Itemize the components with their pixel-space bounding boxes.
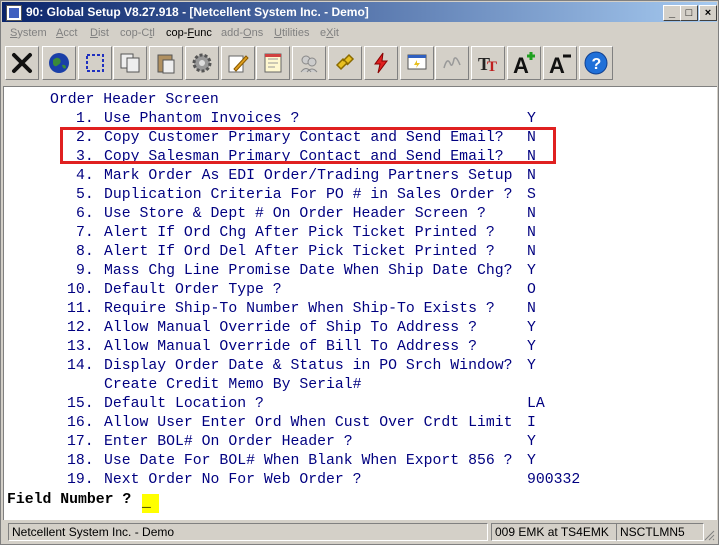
option-label: Allow Manual Override of Ship To Address…	[104, 320, 477, 336]
option-label: Allow User Enter Ord When Cust Over Crdt…	[104, 415, 513, 431]
option-value[interactable]: N	[527, 243, 536, 262]
notes-icon[interactable]	[256, 46, 290, 80]
option-value[interactable]: N	[527, 167, 536, 186]
close-button[interactable]: ×	[699, 5, 717, 21]
settings-icon[interactable]	[185, 46, 219, 80]
font-icon[interactable]: TT	[471, 46, 505, 80]
option-number: 13.	[67, 339, 94, 355]
option-label: Create Credit Memo By Serial#	[104, 377, 362, 393]
option-value[interactable]: I	[527, 414, 536, 433]
option-label: Default Order Type ?	[104, 282, 282, 298]
option-value[interactable]: LA	[527, 395, 545, 414]
menu-add-ons[interactable]: add-Ons	[221, 27, 263, 39]
font-decrease-icon[interactable]: A	[543, 46, 577, 80]
menu-acct[interactable]: Acct	[56, 27, 77, 39]
option-number: 17.	[67, 434, 94, 450]
option-number: 15.	[67, 396, 94, 412]
option-number: 10.	[67, 282, 94, 298]
option-label: Enter BOL# On Order Header ?	[104, 434, 353, 450]
option-value[interactable]: N	[527, 205, 536, 224]
option-value[interactable]: S	[527, 186, 536, 205]
option-label: Use Date For BOL# When Blank When Export…	[104, 453, 513, 469]
field-number-prompt: Field Number ?	[7, 492, 132, 508]
app-window: 90: Global Setup V8.27.918 - [Netcellent…	[0, 0, 719, 545]
option-value[interactable]: Y	[527, 357, 536, 376]
select-icon[interactable]	[78, 46, 112, 80]
menu-cop-ctl[interactable]: cop-Ctl	[120, 27, 155, 39]
option-label: Mark Order As EDI Order/Trading Partners…	[104, 168, 513, 184]
option-label: Allow Manual Override of Bill To Address…	[104, 339, 477, 355]
option-number: 4.	[76, 168, 94, 184]
title-bar[interactable]: 90: Global Setup V8.27.918 - [Netcellent…	[2, 2, 717, 22]
svg-text:T: T	[487, 59, 497, 75]
terminal-screen[interactable]: Order Header Screen 1. Use Phantom Invoic…	[3, 86, 717, 520]
menu-bar: System Acct Dist cop-Ctl cop-Func add-On…	[2, 23, 717, 43]
option-number: 9.	[76, 263, 94, 279]
users-icon[interactable]	[292, 46, 326, 80]
lightning-icon[interactable]	[364, 46, 398, 80]
app-icon	[6, 5, 22, 21]
highlight-box	[60, 127, 556, 164]
option-label: Alert If Ord Chg After Pick Ticket Print…	[104, 225, 495, 241]
status-company: Netcellent System Inc. - Demo	[8, 523, 488, 541]
option-value[interactable]: N	[527, 300, 536, 319]
menu-dist[interactable]: Dist	[90, 27, 109, 39]
status-session: 009 EMK at TS4EMK	[491, 523, 617, 541]
option-number: 7.	[76, 225, 94, 241]
option-number: 18.	[67, 453, 94, 469]
option-number: 5.	[76, 187, 94, 203]
window-title: 90: Global Setup V8.27.918 - [Netcellent…	[26, 5, 369, 19]
option-value[interactable]: O	[527, 281, 536, 300]
option-label: Next Order No For Web Order ?	[104, 472, 362, 488]
svg-text:?: ?	[592, 56, 602, 73]
option-value[interactable]: Y	[527, 433, 536, 452]
toolbar: TT A A ?	[2, 44, 717, 84]
minimize-button[interactable]: _	[663, 5, 681, 21]
field-number-input[interactable]: _	[142, 494, 159, 513]
svg-text:A: A	[549, 53, 565, 75]
paste-icon[interactable]	[149, 46, 183, 80]
menu-system[interactable]: System	[10, 27, 47, 39]
option-value[interactable]: 900332	[527, 471, 580, 490]
maximize-button[interactable]: □	[680, 5, 698, 21]
option-label: Use Store & Dept # On Order Header Scree…	[104, 206, 486, 222]
menu-utilities[interactable]: Utilities	[274, 27, 309, 39]
menu-cop-func[interactable]: cop-Func	[166, 27, 212, 39]
option-value[interactable]: Y	[527, 319, 536, 338]
option-number: 19.	[67, 472, 94, 488]
exit-icon[interactable]	[5, 46, 39, 80]
option-label: Duplication Criteria For PO # in Sales O…	[104, 187, 513, 203]
link-icon[interactable]	[328, 46, 362, 80]
status-user: NSCTLMN5	[616, 523, 704, 541]
menu-exit[interactable]: eXit	[320, 27, 339, 39]
option-value[interactable]: N	[527, 224, 536, 243]
option-label: Default Location ?	[104, 396, 264, 412]
option-value[interactable]: Y	[527, 262, 536, 281]
screen-heading: Order Header Screen	[50, 92, 219, 108]
option-label: Require Ship-To Number When Ship-To Exis…	[104, 301, 495, 317]
option-number: 6.	[76, 206, 94, 222]
globe-icon[interactable]	[42, 46, 76, 80]
option-number: 8.	[76, 244, 94, 260]
option-number: 11.	[67, 301, 94, 317]
help-icon[interactable]: ?	[579, 46, 613, 80]
option-number: 14.	[67, 358, 94, 374]
screen-icon[interactable]	[400, 46, 434, 80]
option-label: Alert If Ord Del After Pick Ticket Print…	[104, 244, 495, 260]
status-bar: Netcellent System Inc. - Demo 009 EMK at…	[2, 521, 717, 543]
resize-grip-icon[interactable]	[703, 529, 715, 541]
signature-icon[interactable]	[435, 46, 469, 80]
font-increase-icon[interactable]: A	[507, 46, 541, 80]
option-number: 12.	[67, 320, 94, 336]
option-number: 16.	[67, 415, 94, 431]
option-label: Display Order Date & Status in PO Srch W…	[104, 358, 513, 374]
option-label: Mass Chg Line Promise Date When Ship Dat…	[104, 263, 513, 279]
option-value[interactable]: Y	[527, 338, 536, 357]
copy-icon[interactable]	[113, 46, 147, 80]
option-value[interactable]: Y	[527, 452, 536, 471]
svg-text:A: A	[513, 53, 529, 75]
edit-icon[interactable]	[221, 46, 255, 80]
